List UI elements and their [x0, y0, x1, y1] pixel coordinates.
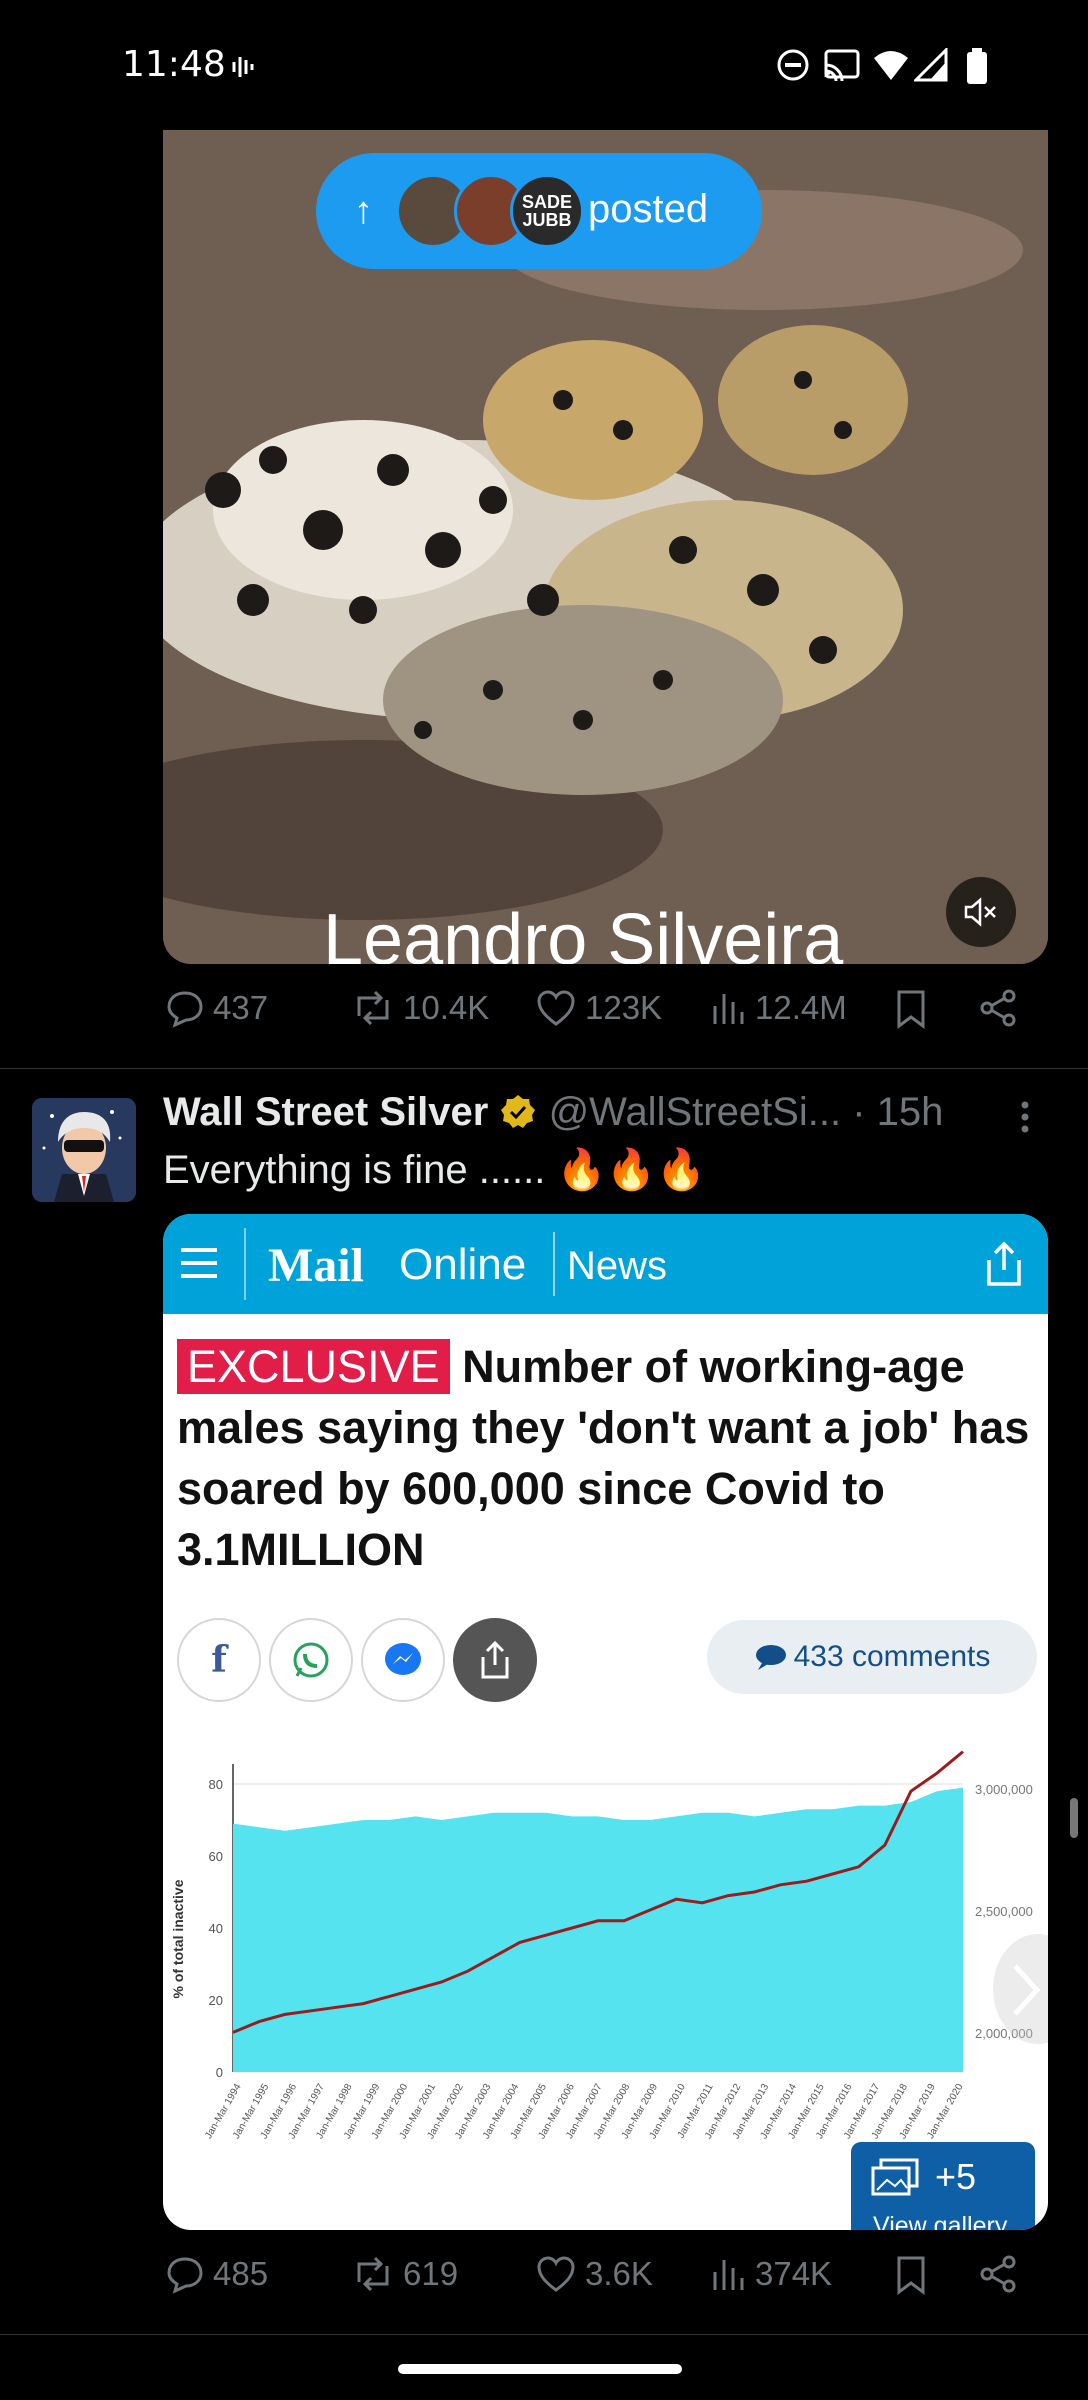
tweet-actions: 437 10.4K 123K 12.4M: [163, 988, 1048, 1048]
divider: [244, 1228, 246, 1300]
brand-logo-bold: Mail: [268, 1239, 364, 1292]
tweet-timestamp: 15h: [876, 1090, 944, 1134]
view-gallery-button: +5 View gallery: [851, 2142, 1035, 2230]
battery-icon: [966, 48, 988, 89]
views-chart-icon: [713, 2260, 744, 2290]
repost-count: 619: [403, 2255, 459, 2292]
messenger-icon: [361, 1618, 445, 1702]
share-icon: [980, 2255, 1016, 2293]
comment-bubble-icon: [755, 1645, 786, 1670]
brand-logo-light: Online: [399, 1240, 527, 1289]
status-bar: 11:48: [0, 0, 1088, 130]
arrow-up-icon: ↑: [354, 189, 373, 232]
share-icon: [981, 1240, 1027, 1293]
reply-button[interactable]: 485: [165, 2254, 268, 2294]
exclusive-badge: EXCLUSIVE: [177, 1339, 450, 1394]
views-count: 12.4M: [755, 989, 847, 1026]
new-posts-pill[interactable]: ↑ SADE JUBB posted: [316, 153, 762, 269]
avatar[interactable]: [32, 1098, 136, 1202]
gallery-label: View gallery: [873, 2212, 1008, 2230]
views-button[interactable]: 374K: [711, 2254, 832, 2294]
share-icon: [980, 989, 1016, 1027]
avatar: SADE JUBB: [510, 174, 584, 248]
like-count: 123K: [585, 989, 663, 1026]
reply-count: 437: [213, 989, 269, 1026]
views-count: 374K: [755, 2255, 833, 2292]
repost-count: 10.4K: [403, 989, 490, 1026]
status-time: 11:48: [122, 44, 226, 85]
right-axis-label: 2,500,000: [975, 1904, 1033, 1919]
gallery-icon: [871, 2158, 919, 2196]
whatsapp-icon: [269, 1618, 353, 1702]
tweet-image[interactable]: Mail Online News EXCLUSIVE Number of wor…: [163, 1214, 1048, 2230]
like-button[interactable]: 123K: [535, 988, 662, 1028]
share-icon: [453, 1618, 537, 1702]
voice-activity-icon: [230, 52, 260, 87]
bookmark-icon: [897, 990, 925, 1029]
more-options-icon[interactable]: [1018, 1097, 1032, 1147]
verified-badge-icon: [499, 1090, 548, 1134]
reply-icon: [167, 991, 203, 1028]
divider: [0, 2334, 1088, 2335]
right-axis-label: 3,000,000: [975, 1782, 1033, 1797]
gesture-navigation-bar[interactable]: [398, 2364, 682, 2374]
repost-button[interactable]: 619: [351, 2254, 458, 2294]
hamburger-menu-icon: [179, 1240, 219, 1291]
author-name[interactable]: Wall Street Silver: [163, 1090, 488, 1134]
tweet-text: Everything is fine ...... 🔥🔥🔥: [163, 1148, 706, 1192]
share-button[interactable]: [979, 988, 1019, 1028]
y-tick-label: 60: [209, 1849, 223, 1864]
video-caption: Leandro Silveira: [323, 900, 844, 964]
tweet-actions: 485 619 3.6K 374K: [163, 2254, 1048, 2314]
y-tick-label: 80: [209, 1777, 223, 1792]
y-tick-label: 0: [216, 2065, 223, 2080]
views-button[interactable]: 12.4M: [711, 988, 847, 1028]
reply-button[interactable]: 437: [165, 988, 268, 1028]
heart-icon: [537, 990, 575, 1026]
heart-icon: [537, 2256, 575, 2292]
avatar-cartoon: [32, 1098, 136, 1202]
comments-button: 433 comments: [707, 1620, 1037, 1694]
gallery-count: +5: [935, 2156, 977, 2197]
scrollbar[interactable]: [1070, 1798, 1078, 1838]
chevron-right-icon: [1013, 1964, 1041, 2016]
y-tick-label: 20: [209, 1993, 223, 2008]
repost-button[interactable]: 10.4K: [351, 988, 489, 1028]
y-axis-label: % of total inactive: [170, 1879, 186, 1998]
repost-icon: [357, 990, 389, 1026]
share-button[interactable]: [979, 2254, 1019, 2294]
comments-count: 433 comments: [793, 1640, 991, 1673]
divider: [0, 1068, 1088, 1069]
pill-label: posted: [588, 187, 709, 231]
tweet-header: Wall Street Silver @WallStreetSi... · 15…: [163, 1090, 943, 1135]
article-headline: EXCLUSIVE Number of working-age males sa…: [177, 1336, 1037, 1580]
volume-muted-icon: [964, 897, 996, 927]
facebook-icon: f: [177, 1618, 261, 1702]
like-button[interactable]: 3.6K: [535, 2254, 653, 2294]
reply-icon: [167, 2257, 203, 2294]
y-tick-label: 40: [209, 1921, 223, 1936]
area-series: [233, 1787, 963, 2072]
dnd-icon: [776, 48, 810, 87]
cellular-signal-icon: [912, 46, 948, 87]
site-header: Mail Online News: [163, 1214, 1048, 1314]
mute-button[interactable]: [946, 877, 1016, 947]
cast-icon: [822, 48, 862, 87]
section-label: News: [567, 1244, 668, 1288]
reply-count: 485: [213, 2255, 269, 2292]
views-chart-icon: [713, 994, 744, 1024]
like-count: 3.6K: [585, 2255, 653, 2292]
bookmark-icon: [897, 2256, 925, 2295]
bookmark-button[interactable]: [893, 2254, 929, 2296]
divider: [553, 1232, 555, 1296]
dot-separator: ·: [852, 1090, 866, 1134]
author-handle[interactable]: @WallStreetSi...: [549, 1090, 842, 1134]
bookmark-button[interactable]: [893, 988, 929, 1030]
wifi-icon: [872, 48, 910, 87]
repost-icon: [357, 2256, 389, 2292]
